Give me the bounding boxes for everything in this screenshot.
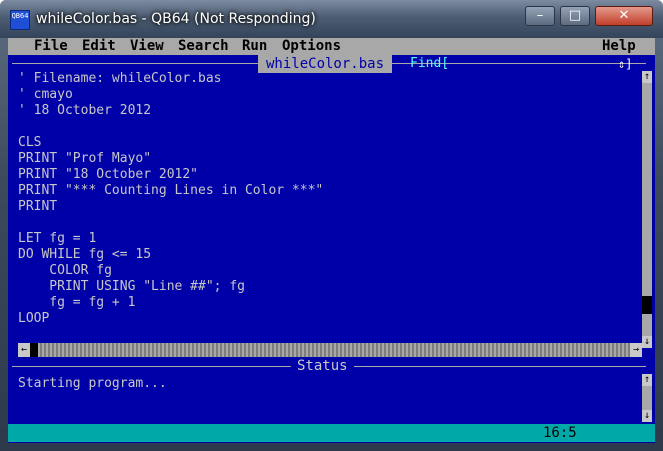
code-line[interactable] [18, 119, 638, 135]
scroll-left-arrow-icon[interactable]: ← [18, 343, 30, 357]
menu-file[interactable]: File [34, 38, 68, 55]
title-bar[interactable]: QB64 whileColor.bas - QB64 (Not Respondi… [0, 0, 663, 38]
code-line[interactable]: LOOP [18, 311, 638, 327]
code-line[interactable]: PRINT "Prof Mayo" [18, 151, 638, 167]
menu-run[interactable]: Run [242, 38, 267, 55]
qb64-window: QB64 whileColor.bas - QB64 (Not Respondi… [0, 0, 663, 451]
ide-client-area: File Edit View Search Run Options Help w… [8, 38, 655, 443]
editor-vertical-scrollbar[interactable]: ↑ ↓ [642, 71, 652, 348]
menu-view[interactable]: View [130, 38, 164, 55]
menu-help[interactable]: Help [602, 38, 636, 55]
code-line[interactable]: ' 18 October 2012 [18, 103, 638, 119]
scroll-up-arrow-icon[interactable]: ↑ [642, 71, 652, 83]
horizontal-scroll-thumb[interactable] [30, 343, 38, 357]
code-line[interactable]: PRINT USING "Line ##"; fg [18, 279, 638, 295]
status-message: Starting program... [18, 376, 167, 391]
bottom-status-bar: 16:5 [8, 424, 655, 442]
code-editor[interactable]: ' Filename: whileColor.bas ' cmayo ' 18 Oc… [18, 71, 638, 327]
code-line[interactable]: ' Filename: whileColor.bas [18, 71, 638, 87]
cursor-position: 16:5 [543, 425, 577, 441]
status-scroll-down-arrow-icon[interactable]: ↓ [642, 410, 652, 422]
qb64-app-icon[interactable]: QB64 [10, 10, 30, 30]
code-line[interactable]: PRINT "*** Counting Lines in Color ***" [18, 183, 638, 199]
close-button[interactable]: ✕ [595, 6, 653, 26]
menu-options[interactable]: Options [282, 38, 341, 55]
status-title: Status [291, 358, 354, 374]
scroll-thumb[interactable] [642, 296, 652, 314]
menu-edit[interactable]: Edit [82, 38, 116, 55]
editor-horizontal-scrollbar[interactable]: ← → [18, 343, 642, 357]
scroll-down-arrow-icon[interactable]: ↓ [642, 336, 652, 348]
maximize-button[interactable]: □ [560, 6, 590, 26]
status-vertical-scrollbar[interactable]: ↑ ↓ [642, 374, 652, 422]
menu-search[interactable]: Search [178, 38, 229, 55]
code-line[interactable]: PRINT "18 October 2012" [18, 167, 638, 183]
menu-bar: File Edit View Search Run Options Help [8, 38, 655, 55]
code-line[interactable] [18, 215, 638, 231]
code-line[interactable]: ' cmayo [18, 87, 638, 103]
window-title: whileColor.bas - QB64 (Not Responding) [36, 11, 316, 27]
status-scroll-up-arrow-icon[interactable]: ↑ [642, 374, 652, 386]
code-line[interactable]: fg = fg + 1 [18, 295, 638, 311]
code-line[interactable]: COLOR fg [18, 263, 638, 279]
scroll-right-arrow-icon[interactable]: → [630, 343, 642, 357]
code-line[interactable]: PRINT [18, 199, 638, 215]
code-line[interactable]: LET fg = 1 [18, 231, 638, 247]
code-line[interactable]: CLS [18, 135, 638, 151]
code-line[interactable]: DO WHILE fg <= 15 [18, 247, 638, 263]
minimize-button[interactable]: – [525, 6, 555, 26]
